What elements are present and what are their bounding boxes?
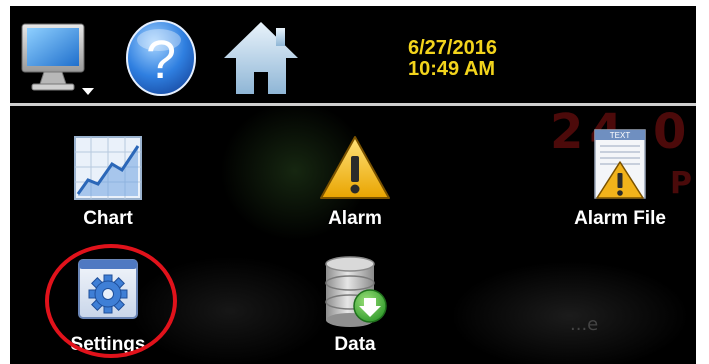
alarm-button[interactable]: Alarm bbox=[290, 136, 420, 246]
monitor-icon bbox=[21, 23, 94, 95]
alarm-file-icon: TEXT bbox=[594, 129, 646, 199]
time-text: 10:49 AM bbox=[408, 58, 496, 80]
background-text: ...e bbox=[570, 314, 599, 335]
warning-icon bbox=[320, 136, 390, 199]
settings-label: Settings bbox=[70, 334, 146, 355]
alarm-file-label: Alarm File bbox=[574, 208, 666, 229]
background-graphic bbox=[450, 261, 690, 364]
top-bar: ? 6/27/2016 10:49 AM bbox=[10, 6, 696, 103]
alarm-label: Alarm bbox=[328, 208, 382, 229]
alarm-file-icon-text: TEXT bbox=[610, 131, 631, 140]
chart-button[interactable]: Chart bbox=[43, 136, 173, 246]
data-label: Data bbox=[334, 334, 376, 355]
help-button[interactable]: ? bbox=[122, 14, 200, 98]
alarm-file-button[interactable]: TEXT Alarm File bbox=[555, 129, 685, 246]
chart-label: Chart bbox=[83, 208, 133, 229]
date-text: 6/27/2016 bbox=[408, 37, 497, 59]
monitor-button[interactable] bbox=[18, 14, 98, 98]
datetime-display: 6/27/2016 10:49 AM bbox=[408, 38, 497, 80]
settings-button[interactable]: Settings bbox=[43, 250, 173, 360]
home-button[interactable] bbox=[220, 14, 302, 98]
svg-text:?: ? bbox=[146, 30, 176, 90]
home-icon bbox=[224, 22, 298, 94]
database-icon bbox=[325, 256, 387, 327]
chart-icon bbox=[74, 136, 142, 200]
question-icon: ? bbox=[126, 20, 196, 96]
topbar-divider bbox=[10, 103, 696, 106]
gear-icon bbox=[78, 259, 138, 319]
data-button[interactable]: Data bbox=[290, 250, 420, 360]
hmi-screen: 24.0 P ...e bbox=[10, 6, 696, 364]
